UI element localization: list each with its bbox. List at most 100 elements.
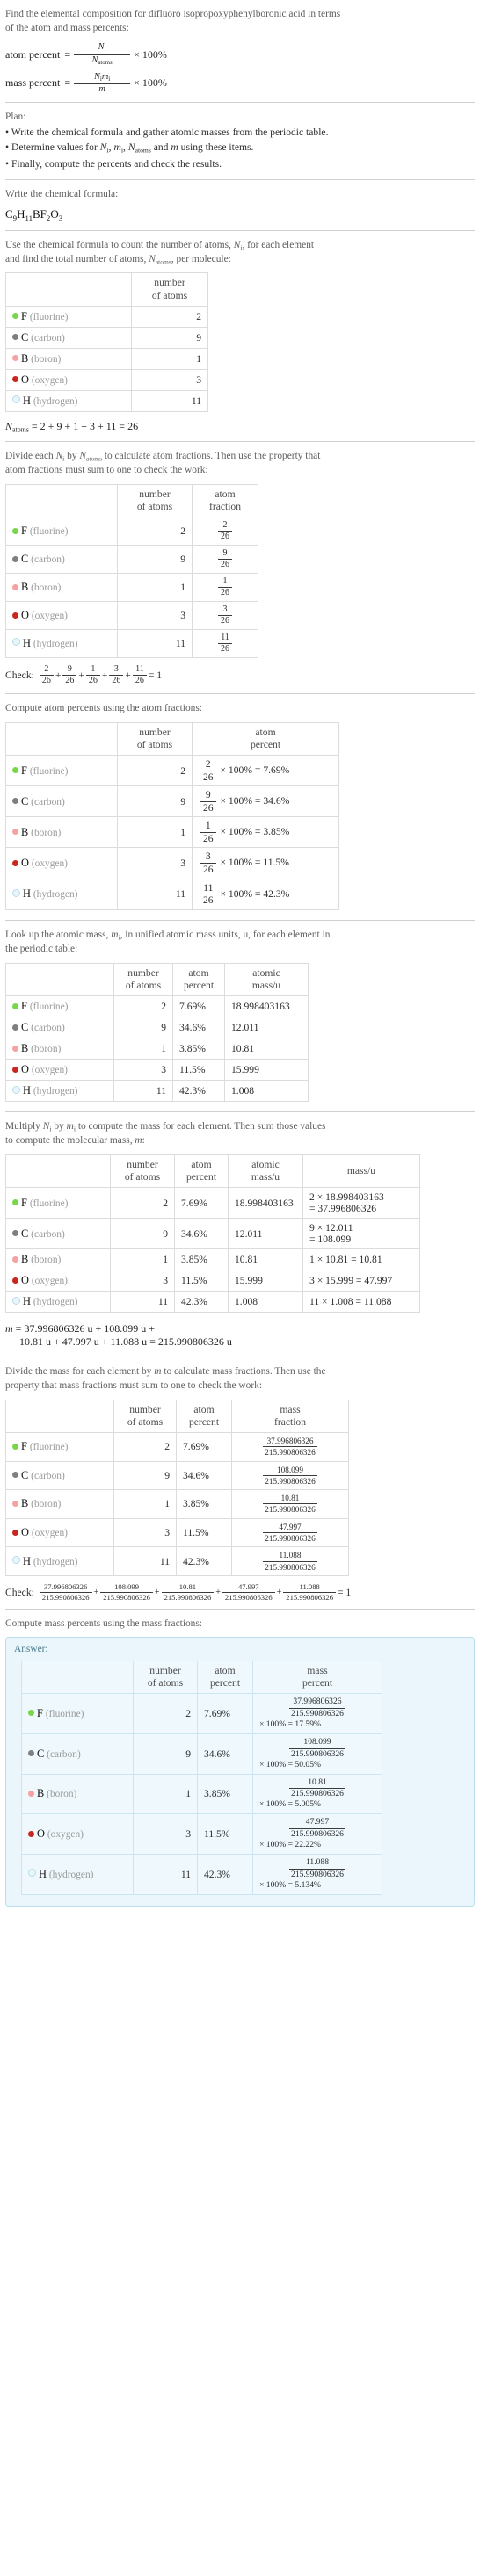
header-element (5, 1154, 111, 1189)
element-cell: F (fluorine) (5, 1431, 114, 1462)
element-symbol: H (23, 394, 31, 407)
table-row: F (fluorine) 2 (5, 305, 208, 328)
element-name: (boron) (31, 827, 62, 838)
atom-percent-fraction: Ni Natoms (74, 43, 131, 66)
plan-bullet-1-text: Write the chemical formula and gather at… (11, 126, 329, 138)
mass-expression: 3 × 15.999 = 47.997 (302, 1270, 420, 1292)
header-number-of-atoms: number of atoms (117, 483, 193, 518)
mass-fraction-table-body: F (fluorine) 2 7.69% 37.996806326 215.990806… (5, 1431, 349, 1576)
element-symbol: C (21, 553, 29, 566)
element-cell: B (boron) (21, 1773, 134, 1815)
table-row: O (oxygen) 3 11.5% 47.997 215.990806326 (5, 1517, 349, 1548)
table-row: O (oxygen) 3 3 26 (5, 601, 258, 631)
header-element (21, 1660, 134, 1695)
element-color-dot (12, 313, 18, 320)
element-color-dot (12, 1500, 18, 1507)
atom-count: 9 (113, 1460, 177, 1491)
element-color-dot (28, 1790, 34, 1797)
atom-percent-table: number of atoms atom percent F (fluorine… (5, 721, 339, 910)
element-name: (fluorine) (29, 1002, 69, 1013)
atom-count: 1 (110, 1248, 175, 1271)
table-row: H (hydrogen) 11 42.3% 1.008 (5, 1080, 309, 1103)
mass-fraction-cell: 108.099 215.990806326 (231, 1460, 349, 1491)
mass-fraction: 11.088 215.990806326 (289, 1857, 345, 1879)
atom-percent: 42.3% (174, 1291, 229, 1313)
atom-percent-expression: 1 26 × 100% = 3.85% (192, 816, 339, 849)
element-symbol: C (21, 330, 29, 344)
fraction-denominator: 215.990806326 (283, 1591, 336, 1602)
fraction-denominator: 215.990806326 (263, 1474, 317, 1486)
element-symbol: B (21, 1253, 29, 1266)
fraction: 1 26 (218, 577, 232, 597)
atom-fraction: 2 26 (192, 517, 258, 546)
element-color-dot (12, 1066, 18, 1073)
atom-percent: 34.6% (197, 1733, 253, 1775)
formula-atom-B: B (33, 206, 40, 221)
element-name: (carbon) (47, 1748, 81, 1760)
element-name: (oxygen) (31, 1276, 68, 1287)
fraction-denominator: 26 (85, 674, 100, 685)
fraction-numerator: 1 (91, 663, 96, 674)
element-name: (oxygen) (31, 1065, 68, 1076)
question-section: Find the elemental composition for diflu… (5, 0, 475, 102)
atom-count: 11 (113, 1080, 173, 1103)
atomic-mass-table: number of atoms atom percent atomic mass… (5, 962, 309, 1103)
mass-percent-result: × 100% = 5.005% (259, 1799, 321, 1810)
mass-percent-table-body: F (fluorine) 2 7.69% 37.996806326 215.990806… (21, 1693, 382, 1895)
element-color-dot (12, 888, 20, 897)
element-color-dot (12, 376, 18, 383)
mass-fraction-section: Divide the mass for each element by m to… (5, 1357, 475, 1609)
element-symbol: H (23, 636, 31, 649)
check-label: Check: (5, 669, 34, 681)
table-row: H (hydrogen) 11 42.3% 11.088 215.990806326 × … (21, 1853, 382, 1895)
plan-bullet-2-pre: Determine values for (11, 141, 100, 154)
fraction-numerator: 47.997 (237, 1581, 259, 1591)
header-number-of-atoms: number of atoms (113, 962, 173, 997)
atom-percent: 3.85% (197, 1773, 253, 1815)
atomic-mass-table-body: F (fluorine) 2 7.69% 18.998403163 C (carbon)… (5, 995, 309, 1103)
table-row: B (boron) 1 3.85% 10.81 1 × 10.81 = 10.81 (5, 1248, 420, 1271)
header-element (5, 721, 118, 756)
header-atomic-mass: atomic mass/u (228, 1154, 303, 1189)
atom-percent: 11.5% (197, 1813, 253, 1855)
fraction-denominator: 26 (200, 894, 216, 906)
fraction: 1 26 (85, 663, 100, 685)
times-100-label: × 100% = (220, 826, 261, 838)
table-row: C (carbon) 9 34.6% 12.011 9 × 12.011 = 108.09… (5, 1218, 420, 1250)
header-number-of-atoms: number of atoms (131, 272, 208, 307)
count-prompt-2: and find the total number of atoms, Nato… (5, 253, 231, 265)
plan-bullet-3-text: Finally, compute the percents and check … (11, 157, 222, 170)
atom-count: 11 (110, 1291, 175, 1313)
plan-bullet-1: • Write the chemical formula and gather … (5, 126, 329, 138)
element-color-dot (28, 1710, 34, 1717)
fraction-denominator: 26 (200, 800, 216, 814)
table-row: C (carbon) 9 34.6% 108.099 215.990806326 × 10… (21, 1733, 382, 1775)
fraction-denominator: 215.990806326 (100, 1591, 153, 1602)
atomic-mass-prompt-2: the periodic table: (5, 944, 78, 954)
atom-count: 1 (133, 1773, 198, 1815)
fraction-denominator: 26 (200, 863, 216, 875)
element-color-dot (12, 1277, 18, 1284)
header-atom-fraction: atom fraction (192, 483, 258, 518)
element-symbol: F (21, 1196, 27, 1209)
plus-sign: + (276, 1587, 282, 1597)
mass-percent-times100: × 100% (134, 76, 167, 90)
element-name: (boron) (31, 1255, 62, 1266)
element-cell: B (boron) (5, 1038, 114, 1060)
atom-count: 1 (117, 816, 193, 849)
mass-fraction-prompt-1: Divide the mass for each element by m to… (5, 1366, 326, 1378)
atomic-mass: 10.81 (224, 1038, 309, 1060)
table-row: H (hydrogen) 11 42.3% 11.088 215.990806326 (5, 1546, 349, 1576)
fraction-numerator: 10.81 (178, 1581, 197, 1591)
table-row: B (boron) 1 3.85% 10.81 215.990806326 (5, 1489, 349, 1519)
atom-percent-expression: 3 26 × 100% = 11.5% (192, 847, 339, 879)
atom-count: 1 (113, 1038, 173, 1060)
atom-percent: 42.3% (197, 1853, 253, 1895)
times-100-label: × 100% = (220, 857, 261, 869)
atom-count: 11 (117, 878, 193, 910)
element-cell: H (hydrogen) (5, 1080, 114, 1103)
mass-percent-cell: 108.099 215.990806326 × 100% = 50.05% (252, 1733, 382, 1775)
table-row: C (carbon) 9 34.6% 12.011 (5, 1017, 309, 1039)
atom-count: 2 (110, 1187, 175, 1219)
check-label: Check: (5, 1586, 34, 1598)
